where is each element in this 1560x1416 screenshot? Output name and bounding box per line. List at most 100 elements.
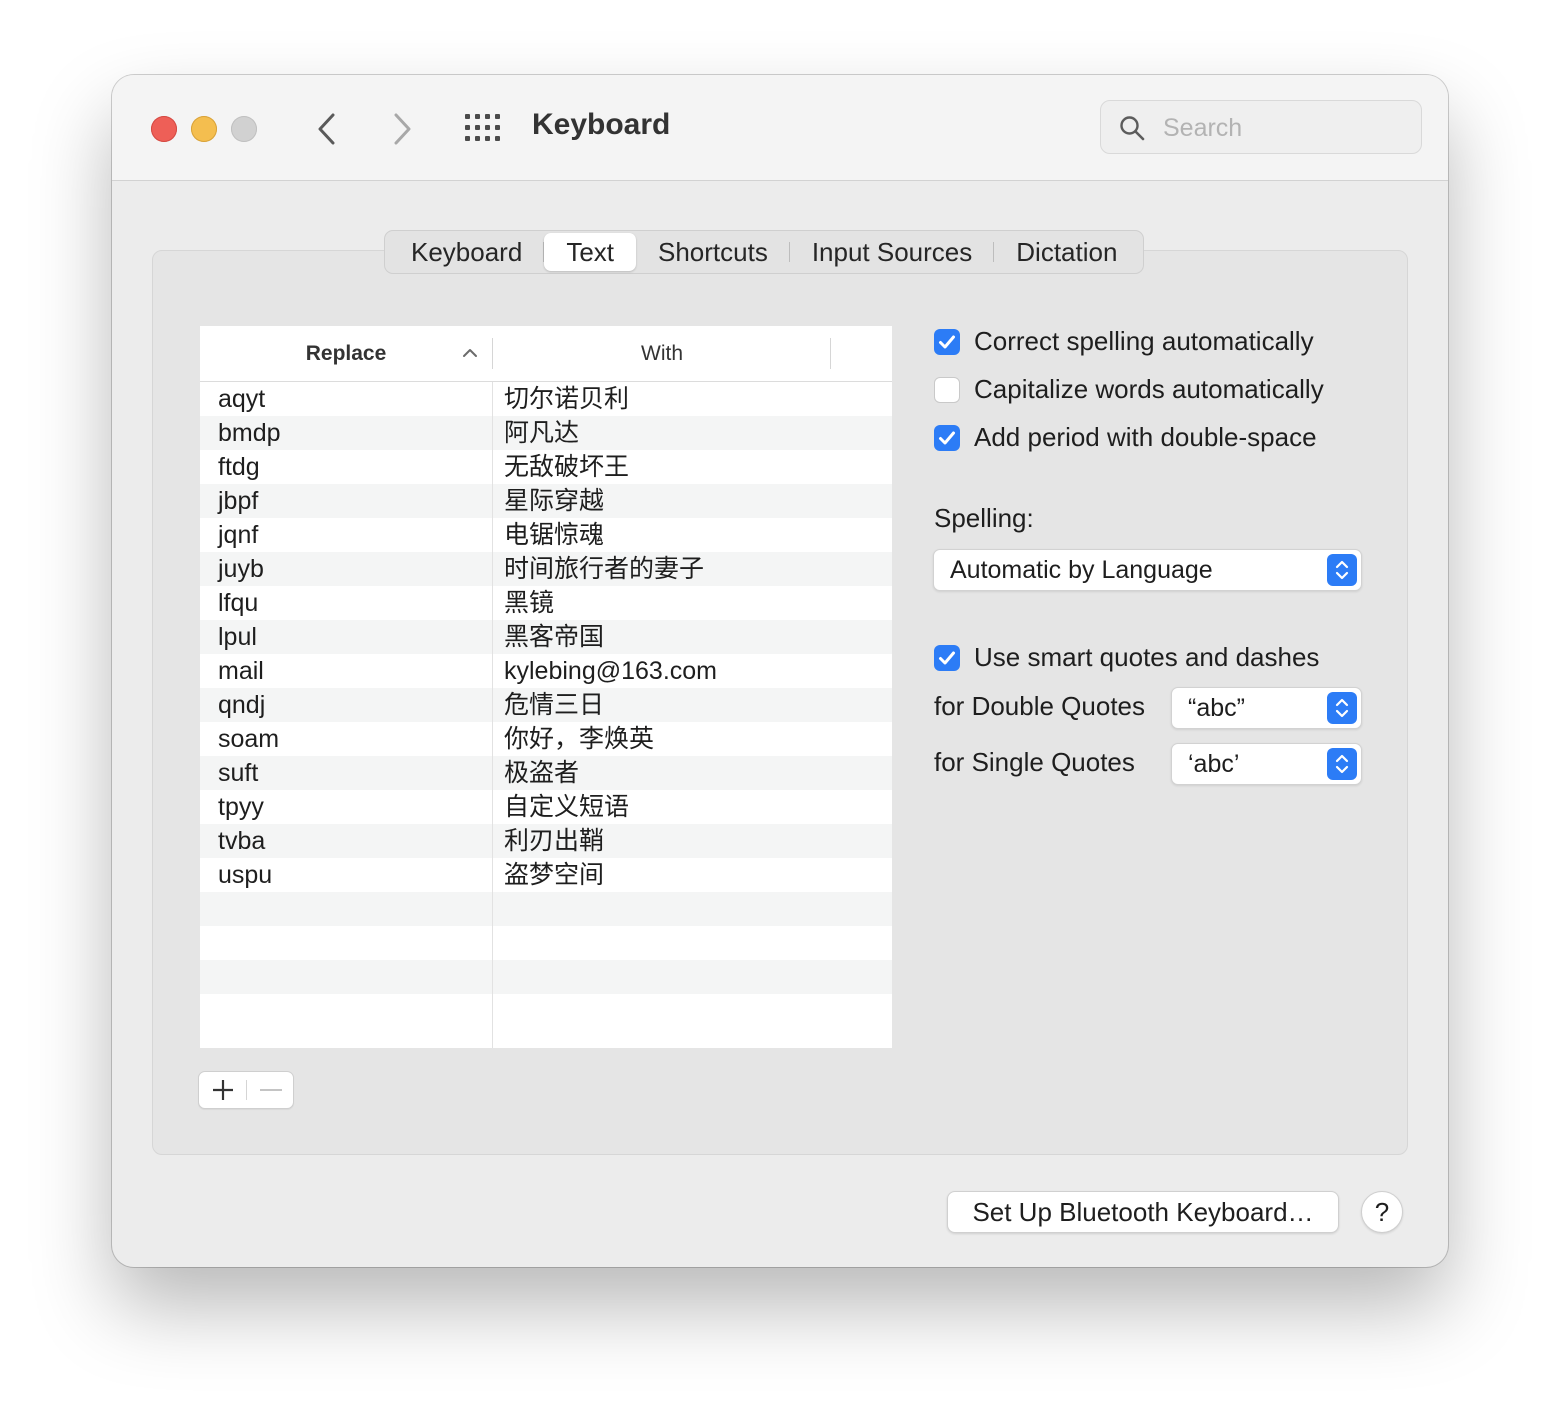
replace-cell[interactable]: jqnf	[218, 518, 258, 552]
with-cell[interactable]: 利刃出鞘	[504, 824, 604, 858]
replace-cell[interactable]: aqyt	[218, 382, 265, 416]
tab-bar: Keyboard Text Shortcuts Input Sources Di…	[384, 230, 1145, 274]
tab-keyboard[interactable]: Keyboard	[389, 233, 545, 271]
tab-text[interactable]: Text	[544, 233, 636, 271]
table-header: Replace With	[200, 326, 892, 382]
capitalize-words-checkbox[interactable]: Capitalize words automatically	[934, 374, 1324, 405]
with-cell[interactable]: 黑镜	[504, 586, 554, 620]
with-cell[interactable]: 时间旅行者的妻子	[504, 552, 704, 586]
with-cell[interactable]: 阿凡达	[504, 416, 579, 450]
single-quotes-popup[interactable]: ‘abc’	[1171, 743, 1362, 785]
spelling-popup[interactable]: Automatic by Language	[933, 549, 1362, 591]
table-body: aqyt 切尔诺贝利 bmdp 阿凡达 ftdg 无敌破坏王 jbpf 星际穿越 jqnf 电锯惊…	[200, 382, 892, 1028]
table-row[interactable]: uspu 盗梦空间	[200, 858, 892, 892]
replace-cell[interactable]: mail	[218, 654, 264, 688]
popup-value: ‘abc’	[1188, 750, 1240, 778]
add-remove-control	[198, 1071, 294, 1109]
search-icon	[1120, 116, 1145, 141]
column-divider	[492, 382, 493, 1048]
checkmark-icon	[939, 431, 955, 444]
column-header-replace[interactable]: Replace	[200, 326, 492, 381]
close-icon[interactable]	[151, 116, 177, 142]
table-row[interactable]: mail kylebing@163.com	[200, 654, 892, 688]
column-header-with[interactable]: With	[493, 326, 831, 381]
add-button[interactable]	[199, 1072, 246, 1108]
with-cell[interactable]: 极盗者	[504, 756, 579, 790]
replace-cell[interactable]: juyb	[218, 552, 264, 586]
popup-value: “abc”	[1188, 694, 1245, 722]
spelling-label: Spelling:	[934, 503, 1034, 533]
replace-cell[interactable]: tpyy	[218, 790, 264, 824]
table-row[interactable]: jqnf 电锯惊魂	[200, 518, 892, 552]
empty-row	[200, 994, 892, 1028]
tab-dictation[interactable]: Dictation	[994, 233, 1139, 271]
help-button[interactable]: ?	[1361, 1191, 1403, 1233]
preferences-window: Keyboard Keyboard Text Shortcuts Input S…	[112, 75, 1448, 1267]
table-row[interactable]: suft 极盗者	[200, 756, 892, 790]
replace-cell[interactable]: ftdg	[218, 450, 260, 484]
table-row[interactable]: lfqu 黑镜	[200, 586, 892, 620]
double-quotes-label: for Double Quotes	[934, 691, 1146, 721]
table-row[interactable]: bmdp 阿凡达	[200, 416, 892, 450]
table-row[interactable]: tpyy 自定义短语	[200, 790, 892, 824]
table-row[interactable]: aqyt 切尔诺贝利	[200, 382, 892, 416]
with-cell[interactable]: kylebing@163.com	[504, 654, 717, 688]
table-row[interactable]: soam 你好，李焕英	[200, 722, 892, 756]
tab-shortcuts[interactable]: Shortcuts	[636, 233, 790, 271]
remove-button[interactable]	[247, 1072, 294, 1108]
replace-cell[interactable]: lfqu	[218, 586, 258, 620]
smart-quotes-checkbox[interactable]: Use smart quotes and dashes	[934, 642, 1319, 673]
updown-chevron-icon	[1327, 554, 1357, 586]
window-title: Keyboard	[532, 108, 671, 141]
zoom-icon[interactable]	[231, 116, 257, 142]
replace-cell[interactable]: lpul	[218, 620, 257, 654]
table-row[interactable]: qndj 危情三日	[200, 688, 892, 722]
grid-icon[interactable]	[464, 113, 504, 143]
empty-row	[200, 892, 892, 926]
with-cell[interactable]: 盗梦空间	[504, 858, 604, 892]
with-cell[interactable]: 黑客帝国	[504, 620, 604, 654]
empty-row	[200, 926, 892, 960]
add-period-checkbox[interactable]: Add period with double-space	[934, 422, 1317, 453]
sort-ascending-icon	[463, 349, 477, 357]
replace-cell[interactable]: jbpf	[218, 484, 258, 518]
correct-spelling-checkbox[interactable]: Correct spelling automatically	[934, 326, 1314, 357]
search-field[interactable]	[1100, 100, 1422, 154]
tab-input-sources[interactable]: Input Sources	[790, 233, 995, 271]
table-row[interactable]: lpul 黑客帝国	[200, 620, 892, 654]
with-cell[interactable]: 你好，李焕英	[504, 722, 654, 756]
checkbox-box[interactable]	[934, 644, 960, 671]
minimize-icon[interactable]	[191, 116, 217, 142]
replace-cell[interactable]: soam	[218, 722, 279, 756]
search-input[interactable]	[1161, 111, 1405, 145]
replace-cell[interactable]: bmdp	[218, 416, 281, 450]
with-cell[interactable]: 自定义短语	[504, 790, 629, 824]
updown-chevron-icon	[1327, 692, 1357, 724]
with-cell[interactable]: 危情三日	[504, 688, 604, 722]
double-quotes-popup[interactable]: “abc”	[1171, 687, 1362, 729]
chevron-right-icon[interactable]	[382, 109, 422, 149]
chevron-left-icon[interactable]	[308, 109, 348, 149]
replace-cell[interactable]: suft	[218, 756, 258, 790]
replace-cell[interactable]: tvba	[218, 824, 265, 858]
table-row[interactable]: tvba 利刃出鞘	[200, 824, 892, 858]
replace-cell[interactable]: qndj	[218, 688, 265, 722]
table-row[interactable]: ftdg 无敌破坏王	[200, 450, 892, 484]
with-cell[interactable]: 星际穿越	[504, 484, 604, 518]
with-cell[interactable]: 电锯惊魂	[504, 518, 604, 552]
minus-icon	[260, 1089, 282, 1091]
checkbox-box[interactable]	[934, 376, 960, 403]
updown-chevron-icon	[1327, 748, 1357, 780]
checkbox-box[interactable]	[934, 328, 960, 355]
set-up-bluetooth-keyboard-button[interactable]: Set Up Bluetooth Keyboard…	[947, 1191, 1339, 1233]
table-row[interactable]: juyb 时间旅行者的妻子	[200, 552, 892, 586]
replace-cell[interactable]: uspu	[218, 858, 272, 892]
column-divider	[830, 338, 831, 369]
checkbox-label: Add period with double-space	[974, 422, 1317, 452]
checkbox-box[interactable]	[934, 424, 960, 451]
with-cell[interactable]: 切尔诺贝利	[504, 382, 629, 416]
checkmark-icon	[939, 651, 955, 664]
plus-icon	[213, 1080, 233, 1100]
table-row[interactable]: jbpf 星际穿越	[200, 484, 892, 518]
with-cell[interactable]: 无敌破坏王	[504, 450, 629, 484]
